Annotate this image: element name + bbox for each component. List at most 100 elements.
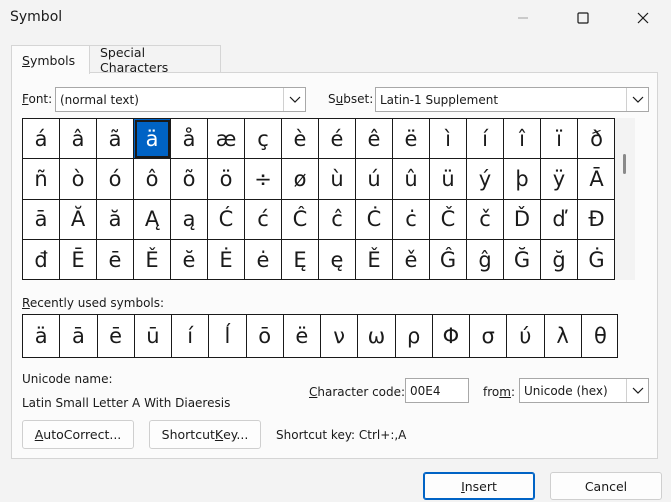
symbol-cell[interactable]: â: [60, 119, 97, 160]
symbol-cell[interactable]: ĉ: [319, 199, 356, 240]
symbol-cell[interactable]: Ă: [60, 199, 97, 240]
symbol-cell[interactable]: ē: [97, 239, 134, 280]
shortcut-key-button[interactable]: Shortcut ​Key...: [149, 420, 261, 449]
symbol-cell[interactable]: í: [467, 119, 504, 160]
symbol-cell[interactable]: æ: [208, 119, 245, 160]
symbol-cell[interactable]: û: [393, 159, 430, 200]
symbol-cell[interactable]: Ğ: [504, 239, 541, 280]
chevron-down-icon: [626, 379, 648, 402]
symbol-cell[interactable]: ì: [430, 119, 467, 160]
symbol-cell[interactable]: å: [171, 119, 208, 160]
recent-symbol-cell[interactable]: Φ: [433, 315, 470, 357]
recent-symbol-cell[interactable]: ē: [98, 315, 135, 357]
symbol-cell[interactable]: Ċ: [356, 199, 393, 240]
symbol-cell[interactable]: ç: [245, 119, 282, 160]
recent-symbol-cell[interactable]: í: [172, 315, 210, 357]
symbol-cell[interactable]: Ę: [282, 239, 319, 280]
symbol-cell[interactable]: Ą: [134, 199, 171, 240]
symbol-cell[interactable]: ø: [282, 159, 319, 200]
symbol-cell[interactable]: ó: [97, 159, 134, 200]
symbol-cell[interactable]: ė: [245, 239, 282, 280]
recent-symbol-cell[interactable]: λ: [545, 315, 582, 357]
symbol-cell[interactable]: ċ: [393, 199, 430, 240]
recent-symbol-cell[interactable]: ĺ: [209, 315, 247, 357]
tab-label: Special Characters: [100, 44, 169, 75]
symbol-cell[interactable]: č: [467, 199, 504, 240]
symbol-cell[interactable]: ð: [578, 119, 615, 160]
recent-symbol-cell[interactable]: ν: [321, 315, 359, 357]
symbol-cell[interactable]: Ġ: [578, 240, 615, 280]
recent-symbol-cell[interactable]: ū: [135, 315, 172, 357]
symbol-cell[interactable]: ĕ: [171, 239, 208, 280]
recent-symbol-cell[interactable]: ω: [358, 315, 396, 357]
symbol-cell[interactable]: î: [504, 119, 541, 160]
minimize-button[interactable]: [500, 0, 546, 36]
recent-symbol-cell[interactable]: ō: [247, 315, 284, 357]
symbol-grid[interactable]: á â ã ä å æ ç è é ê ë ì í î ï ð ñ ò ó ô õ ö ÷ ø ù ú û ü ý þ ÿ Āā Ăă Ąą Ćć Ĉ…: [22, 118, 615, 280]
symbol-cell[interactable]: Ē: [60, 239, 97, 280]
symbol-cell[interactable]: ý: [467, 159, 504, 200]
symbol-cell[interactable]: ñ: [23, 159, 60, 200]
symbol-cell[interactable]: ü: [430, 159, 467, 200]
symbol-cell[interactable]: ě: [393, 239, 430, 280]
recent-symbol-cell[interactable]: ύ: [507, 315, 545, 357]
symbol-cell[interactable]: õ: [171, 159, 208, 200]
symbol-cell[interactable]: Đ: [578, 200, 615, 240]
recent-symbol-cell[interactable]: ā: [60, 315, 98, 357]
symbol-cell[interactable]: ÿ: [541, 159, 578, 200]
symbol-cell[interactable]: Ė: [208, 239, 245, 280]
symbol-cell[interactable]: ÷: [245, 159, 282, 200]
symbol-cell[interactable]: ã: [97, 119, 134, 160]
symbol-cell[interactable]: ā: [23, 199, 60, 240]
character-code-input[interactable]: 00E4: [405, 378, 469, 403]
symbol-grid-scrollbar[interactable]: [615, 118, 635, 280]
symbol-cell[interactable]: Č: [430, 199, 467, 240]
symbol-cell[interactable]: ğ: [541, 239, 578, 280]
from-select[interactable]: Unicode (hex): [519, 378, 649, 403]
recent-symbol-cell[interactable]: ä: [23, 315, 61, 357]
symbol-cell[interactable]: Ě: [356, 239, 393, 280]
symbol-cell[interactable]: ä: [134, 119, 171, 160]
symbol-cell[interactable]: đ: [23, 239, 60, 280]
close-button[interactable]: [620, 0, 666, 36]
symbol-cell[interactable]: ë: [393, 119, 430, 160]
symbol-cell[interactable]: Ć: [208, 199, 245, 240]
symbol-cell[interactable]: ò: [60, 159, 97, 200]
symbol-cell[interactable]: ô: [134, 159, 171, 200]
symbol-cell[interactable]: ê: [356, 119, 393, 160]
font-select[interactable]: (normal text): [55, 87, 306, 112]
symbol-cell[interactable]: ĝ: [467, 239, 504, 280]
cancel-button[interactable]: Cancel: [550, 472, 662, 500]
symbol-cell[interactable]: ú: [356, 159, 393, 200]
recent-symbol-cell[interactable]: ρ: [396, 315, 433, 357]
tab-special-characters[interactable]: Special Characters: [90, 44, 221, 75]
symbol-cell[interactable]: ď: [541, 199, 578, 240]
symbol-cell[interactable]: é: [319, 119, 356, 160]
subset-select[interactable]: Latin-1 Supplement: [375, 87, 649, 112]
symbol-cell[interactable]: Ď: [504, 199, 541, 240]
symbol-cell[interactable]: ù: [319, 159, 356, 200]
tab-symbols[interactable]: Symbols: [11, 45, 90, 74]
recent-symbol-cell[interactable]: θ: [582, 315, 619, 357]
symbol-cell[interactable]: ö: [208, 159, 245, 200]
symbol-cell[interactable]: Ĝ: [430, 239, 467, 280]
symbol-cell[interactable]: ę: [319, 239, 356, 280]
symbol-cell[interactable]: á: [23, 119, 60, 160]
symbol-cell[interactable]: ć: [245, 199, 282, 240]
symbol-cell[interactable]: Ĉ: [282, 199, 319, 240]
symbol-cell[interactable]: Ě: [134, 239, 171, 280]
symbol-cell[interactable]: è: [282, 119, 319, 160]
insert-button[interactable]: Insert: [423, 472, 535, 500]
recent-symbol-cell[interactable]: ë: [284, 315, 321, 357]
recent-symbol-cell[interactable]: σ: [470, 315, 508, 357]
symbol-cell[interactable]: þ: [504, 159, 541, 200]
maximize-button[interactable]: [560, 0, 606, 36]
symbol-cell[interactable]: Ā: [578, 159, 615, 200]
symbol-cell[interactable]: ă: [97, 199, 134, 240]
autocorrect-button[interactable]: AutoCorrect...: [22, 420, 134, 449]
scrollbar-thumb[interactable]: [623, 154, 626, 174]
symbol-cell[interactable]: ą: [171, 199, 208, 240]
recent-symbols[interactable]: äāēūíĺōëνωρΦσύλθ: [22, 314, 618, 358]
minimize-icon: [518, 17, 528, 19]
symbol-cell[interactable]: ï: [541, 119, 578, 160]
